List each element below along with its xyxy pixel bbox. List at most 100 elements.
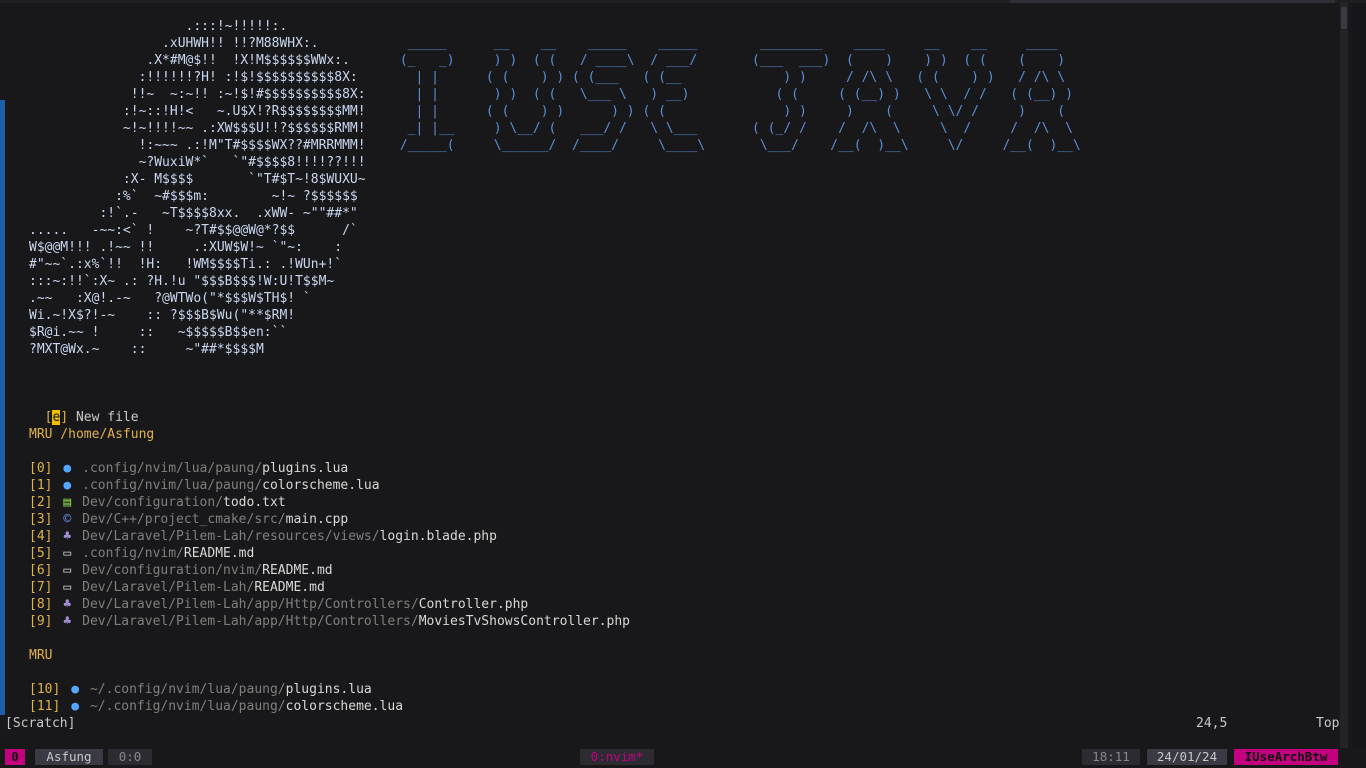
mru-item[interactable]: [9] ♣ Dev/Laravel/Pilem-Lah/app/Http/Con… xyxy=(29,613,630,630)
php-file-icon: ♣ xyxy=(63,614,72,629)
mru-item-filename[interactable]: colorscheme.lua xyxy=(286,699,403,714)
tmux-session[interactable]: 0 xyxy=(5,749,25,765)
ascii-art-line: .xUHWH!! !!?M88WHX:. xyxy=(29,36,319,51)
new-file-entry[interactable]: [e] New file xyxy=(29,392,139,425)
mru-item-index[interactable]: [4] xyxy=(29,529,52,544)
lua-file-icon: ● xyxy=(71,699,80,714)
top-border xyxy=(0,0,1366,3)
mru-item-index[interactable]: [10] xyxy=(29,682,60,697)
mru-item-index[interactable]: [11] xyxy=(29,699,60,714)
scrollbar-thumb[interactable] xyxy=(1341,7,1347,29)
mru-item-dir: .config/nvim/lua/paung/ xyxy=(82,461,263,476)
ascii-art-line: Wi.~!X$?!-~ :: ?$$$B$Wu("**$RM! xyxy=(29,308,296,323)
mru-item[interactable]: [2] ▤ Dev/configuration/todo.txt xyxy=(29,494,286,511)
banner-line: | | ( ( ) ) ) ) ( ( ) ) ) ( \ \/ / ) ( xyxy=(392,104,1073,119)
top-border-segment xyxy=(1010,0,1335,3)
mru-item-filename[interactable]: main.cpp xyxy=(286,512,349,527)
md-file-icon: ▭ xyxy=(63,546,72,561)
mru-item-dir: .config/nvim/lua/paung/ xyxy=(82,478,263,493)
ascii-art-line: .:::!~!!!!!:. xyxy=(29,19,288,34)
ascii-art-line: :!!!!!!?H! :!$!$$$$$$$$$$8X: xyxy=(29,70,358,85)
php-file-icon: ♣ xyxy=(63,597,72,612)
buffer-name: [Scratch] xyxy=(5,716,76,731)
mru-item-dir: Dev/C++/project_cmake/src/ xyxy=(82,512,286,527)
ascii-art-line: ~?WuxiW*` `"#$$$$8!!!!??!!! xyxy=(29,155,366,170)
mru-item-dir: ~/.config/nvim/lua/paung/ xyxy=(89,699,286,714)
tmux-clock: 18:11 xyxy=(1082,749,1140,765)
ascii-art-line: #"~~`.:x%`!! !H: !WM$$$$Ti.: .!WUn+!` xyxy=(29,257,343,272)
mru-item-filename[interactable]: todo.txt xyxy=(223,495,286,510)
tmux-user: Asfung xyxy=(35,749,103,765)
ascii-art-line: :!`.- ~T$$$$8xx. .xWW- ~""##*" xyxy=(29,206,358,221)
mru-item-dir: Dev/configuration/ xyxy=(82,495,224,510)
ascii-art-line: :X- M$$$$ `"T#$T~!8$WUXU~ xyxy=(29,172,366,187)
mru-item[interactable]: [0] ● .config/nvim/lua/paung/plugins.lua xyxy=(29,460,348,477)
mru-item-index[interactable]: [9] xyxy=(29,614,52,629)
mru-cwd-header: MRU /home/Asfung xyxy=(29,427,155,442)
new-file-bracket-close: ] xyxy=(60,410,69,425)
mru-item-dir: Dev/Laravel/Pilem-Lah/app/Http/Controlle… xyxy=(82,614,419,629)
tmux-pane-index: 0:0 xyxy=(108,749,152,765)
banner-line: _| |__ ) \__/ ( ___/ / \ \___ ( (_/ / / … xyxy=(392,121,1073,136)
tmux-hostname: IUseArchBtw xyxy=(1234,749,1338,765)
mru-item-filename[interactable]: plugins.lua xyxy=(262,461,348,476)
tmux-date: 24/01/24 xyxy=(1147,749,1227,765)
mru-item[interactable]: [3] © Dev/C++/project_cmake/src/main.cpp xyxy=(29,511,348,528)
ascii-art-line: W$@@M!!! .!~~ !! .:XUW$W!~ `"~: : xyxy=(29,240,343,255)
mru-item-index[interactable]: [1] xyxy=(29,478,52,493)
mru-global-header: MRU xyxy=(29,648,53,663)
mru-item-index[interactable]: [7] xyxy=(29,580,52,595)
ascii-art-line: .X*#M@$!! !X!M$$$$$$WWx:. xyxy=(29,53,350,68)
ascii-art-line: !:~~~ .:!M"T#$$$$WX??#MRRMMM! xyxy=(29,138,366,153)
mru-item-filename[interactable]: README.md xyxy=(184,546,254,561)
ascii-art-line: :%` ~#$$$m: ~!~ ?$$$$$$ xyxy=(29,189,358,204)
mru-item-index[interactable]: [5] xyxy=(29,546,52,561)
mru-item-filename[interactable]: README.md xyxy=(262,563,332,578)
banner-line: _____ __ __ _____ _____ ________ ____ __… xyxy=(392,36,1073,51)
md-file-icon: ▭ xyxy=(63,580,72,595)
left-accent-bar xyxy=(0,100,5,715)
scroll-indicator: Top xyxy=(1316,716,1340,731)
mru-item-filename[interactable]: MoviesTvShowsController.php xyxy=(419,614,630,629)
banner-line: (_ _) ) ) ( ( / ____\ / ___/ (___ ___) (… xyxy=(392,53,1073,68)
scrollbar[interactable] xyxy=(1340,3,1348,748)
md-file-icon: ▭ xyxy=(63,563,72,578)
mru-item-filename[interactable]: login.blade.php xyxy=(380,529,497,544)
mru-item-filename[interactable]: colorscheme.lua xyxy=(262,478,379,493)
mru-item[interactable]: [11] ● ~/.config/nvim/lua/paung/colorsch… xyxy=(29,698,403,715)
new-file-label[interactable]: New file xyxy=(76,410,139,425)
mru-item-index[interactable]: [8] xyxy=(29,597,52,612)
mru-item[interactable]: [7] ▭ Dev/Laravel/Pilem-Lah/README.md xyxy=(29,579,325,596)
banner-line: | | ) ) ( ( \___ \ ) __) ( ( ( (__) ) \ … xyxy=(392,87,1073,102)
mru-item[interactable]: [6] ▭ Dev/configuration/nvim/README.md xyxy=(29,562,333,579)
mru-item[interactable]: [10] ● ~/.config/nvim/lua/paung/plugins.… xyxy=(29,681,372,698)
txt-file-icon: ▤ xyxy=(63,495,72,510)
mru-item-filename[interactable]: README.md xyxy=(254,580,324,595)
mru-item-dir: ~/.config/nvim/lua/paung/ xyxy=(89,682,286,697)
mru-item-dir: Dev/Laravel/Pilem-Lah/ xyxy=(82,580,255,595)
banner-line: | | ( ( ) ) ( (___ ( (__ ) ) / /\ \ ( ( … xyxy=(392,70,1073,85)
tmux-statusbar: 0 Asfung 0:0 0:nvim* 18:11 24/01/24 IUse… xyxy=(0,748,1366,766)
ascii-art-line: :!~::!H!< ~.U$X!?R$$$$$$$$MM! xyxy=(29,104,366,119)
ascii-art-line: ?MXT@Wx.~ :: ~"##*$$$$M xyxy=(29,342,264,357)
mru-item-index[interactable]: [0] xyxy=(29,461,52,476)
mru-item[interactable]: [4] ♣ Dev/Laravel/Pilem-Lah/resources/vi… xyxy=(29,528,497,545)
mru-item-filename[interactable]: Controller.php xyxy=(419,597,529,612)
ascii-art-line: !!~ ~:~!! :~!$!#$$$$$$$$$$8X: xyxy=(29,87,366,102)
mru-item[interactable]: [1] ● .config/nvim/lua/paung/colorscheme… xyxy=(29,477,380,494)
mru-item[interactable]: [5] ▭ .config/nvim/README.md xyxy=(29,545,254,562)
ascii-art-line: $R@i.~~ ! :: ~$$$$$B$$en:`` xyxy=(29,325,288,340)
mru-item-dir: Dev/Laravel/Pilem-Lah/resources/views/ xyxy=(82,529,380,544)
mru-item-dir: Dev/Laravel/Pilem-Lah/app/Http/Controlle… xyxy=(82,597,419,612)
mru-item-index[interactable]: [3] xyxy=(29,512,52,527)
cpp-file-icon: © xyxy=(63,512,72,527)
tmux-window-tab[interactable]: 0:nvim* xyxy=(580,749,654,765)
lua-file-icon: ● xyxy=(71,682,80,697)
right-gutter xyxy=(1352,3,1366,748)
ascii-art-line: ~!~!!!!~~ .:XW$$$U!!?$$$$$$RMM! xyxy=(29,121,366,136)
mru-item-index[interactable]: [6] xyxy=(29,563,52,578)
mru-item[interactable]: [8] ♣ Dev/Laravel/Pilem-Lah/app/Http/Con… xyxy=(29,596,528,613)
mru-item-filename[interactable]: plugins.lua xyxy=(286,682,372,697)
mru-item-dir: .config/nvim/ xyxy=(82,546,184,561)
mru-item-index[interactable]: [2] xyxy=(29,495,52,510)
